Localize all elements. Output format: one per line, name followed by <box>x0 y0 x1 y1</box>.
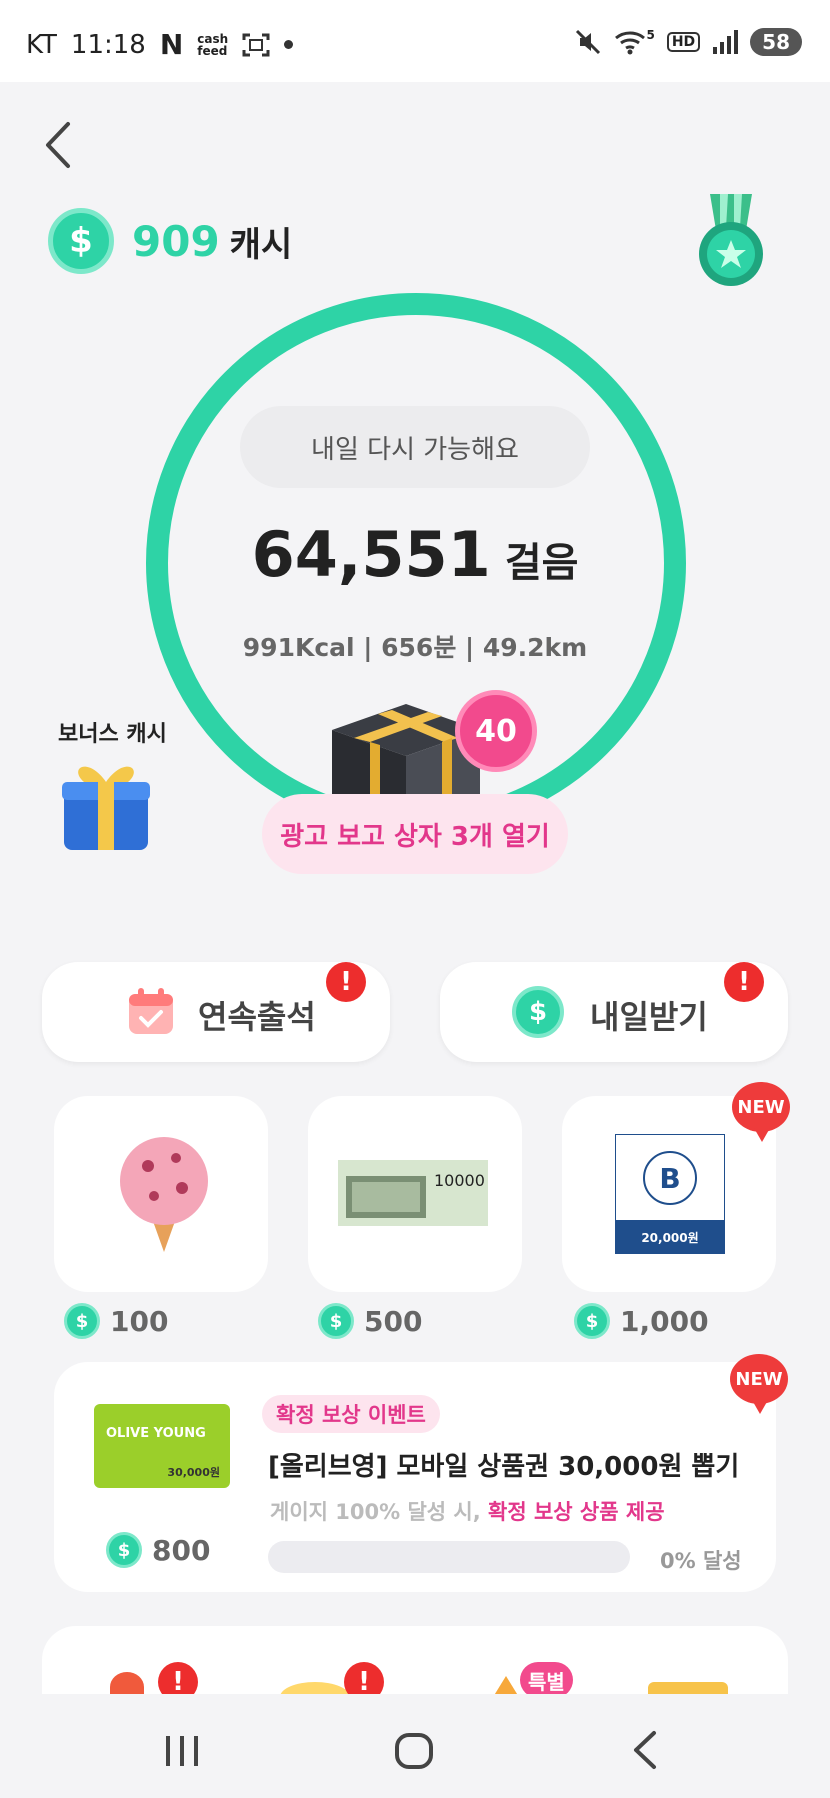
event-subtitle-plain: 게이지 100% 달성 시, <box>270 1500 489 1524</box>
receive-tomorrow-alert-badge: ! <box>724 962 764 1002</box>
attendance-alert-badge: ! <box>326 962 366 1002</box>
event-subtitle-highlight: 확정 보상 상품 제공 <box>488 1500 665 1524</box>
wifi-icon <box>615 31 646 55</box>
receive-tomorrow-label: 내일받기 <box>590 998 708 1036</box>
box-count-badge: 40 <box>455 690 537 772</box>
watch-ad-button[interactable]: 광고 보고 상자 3개 열기 <box>262 794 568 874</box>
step-unit: 걸음 <box>504 540 579 586</box>
attendance-label: 연속출석 <box>198 998 316 1036</box>
walk-stats: 991Kcal | 656분 | 49.2km <box>242 633 588 662</box>
naver-app-icon: N <box>159 28 184 61</box>
special-badge: 특별 <box>520 1662 573 1698</box>
new-badge-tail <box>754 1128 770 1142</box>
hd-icon: HD <box>666 32 701 52</box>
nav-back-icon[interactable] <box>630 1730 660 1770</box>
event-progress-text: 0% 달성 <box>660 1549 742 1573</box>
back-button[interactable] <box>40 120 80 170</box>
reward-price: 1,000 <box>620 1304 709 1338</box>
event-subtitle: 게이지 100% 달성 시, 확정 보상 상품 제공 <box>270 1496 665 1526</box>
status-bar: KT 11:18 N cash feed 5 HD 58 <box>0 0 830 82</box>
new-badge: NEW <box>732 1082 790 1132</box>
cash-balance: $ 909 캐시 <box>48 208 292 274</box>
step-count: 64,551 걸음 <box>0 518 830 591</box>
olive-young-logo: OLIVE YOUNG <box>106 1426 206 1441</box>
coin-icon: $ <box>64 1303 100 1339</box>
event-title: [올리브영] 모바일 상품권 30,000원 뽑기 <box>268 1452 740 1482</box>
status-time: 11:18 <box>70 29 146 60</box>
system-nav-bar <box>0 1694 830 1798</box>
svg-text:B: B <box>659 1162 680 1195</box>
coin-icon: $ <box>106 1532 142 1568</box>
cashfeed-app-icon: cash feed <box>197 33 228 57</box>
ice-cream-icon <box>120 1137 208 1252</box>
voucher-value: 20,000원 <box>641 1231 698 1245</box>
cash-amount: 909 <box>132 216 220 266</box>
olive-young-card-price: 30,000원 <box>167 1466 220 1479</box>
status-right: 5 HD 58 <box>574 28 802 56</box>
coin-icon: $ <box>318 1303 354 1339</box>
voucher-value: 10000 <box>434 1171 485 1190</box>
coin-icon: $ <box>48 208 114 274</box>
cash-unit: 캐시 <box>229 224 293 265</box>
calendar-icon <box>129 988 173 1034</box>
notification-dot-icon <box>284 40 294 49</box>
coin-icon: $ <box>574 1303 610 1339</box>
price-row: $ 1,000 <box>574 1303 709 1339</box>
mute-icon <box>576 29 601 55</box>
step-number: 64,551 <box>251 518 491 591</box>
event-tag: 확정 보상 이벤트 <box>262 1395 440 1433</box>
bonus-cash-label: 보너스 캐시 <box>58 722 167 747</box>
price-row: $ 800 <box>106 1532 210 1568</box>
coin-icon: $ <box>512 986 564 1038</box>
cashfeed-line2: feed <box>197 43 228 58</box>
screenshot-icon <box>242 33 270 56</box>
signal-icon <box>713 30 739 54</box>
network-type: 5 <box>646 28 655 42</box>
price-row: $ 500 <box>318 1303 422 1339</box>
reward-price: 500 <box>364 1304 423 1338</box>
event-price: 800 <box>152 1533 211 1567</box>
new-badge-tail <box>752 1400 768 1414</box>
bonus-gift-icon[interactable] <box>58 754 154 854</box>
new-badge: NEW <box>730 1354 788 1404</box>
home-icon[interactable] <box>394 1732 434 1770</box>
reward-card-icecream[interactable] <box>54 1096 268 1292</box>
status-carrier: KT <box>26 29 57 60</box>
event-progress-bar <box>268 1541 630 1573</box>
olive-young-card-icon: OLIVE YOUNG 30,000원 <box>94 1404 230 1488</box>
medal-icon[interactable] <box>696 194 766 288</box>
recent-apps-icon[interactable] <box>164 1734 200 1768</box>
reward-price: 100 <box>110 1304 169 1338</box>
status-left: KT 11:18 N cash feed <box>26 28 294 61</box>
retry-tomorrow-pill: 내일 다시 가능해요 <box>240 406 590 488</box>
reward-card-shinsegae[interactable]: 10000 <box>308 1096 522 1292</box>
battery-icon: 58 <box>750 28 802 56</box>
paris-baguette-voucher-icon: B 20,000원 <box>615 1134 725 1254</box>
price-row: $ 100 <box>64 1303 168 1339</box>
gift-voucher-icon: 10000 <box>338 1160 488 1226</box>
